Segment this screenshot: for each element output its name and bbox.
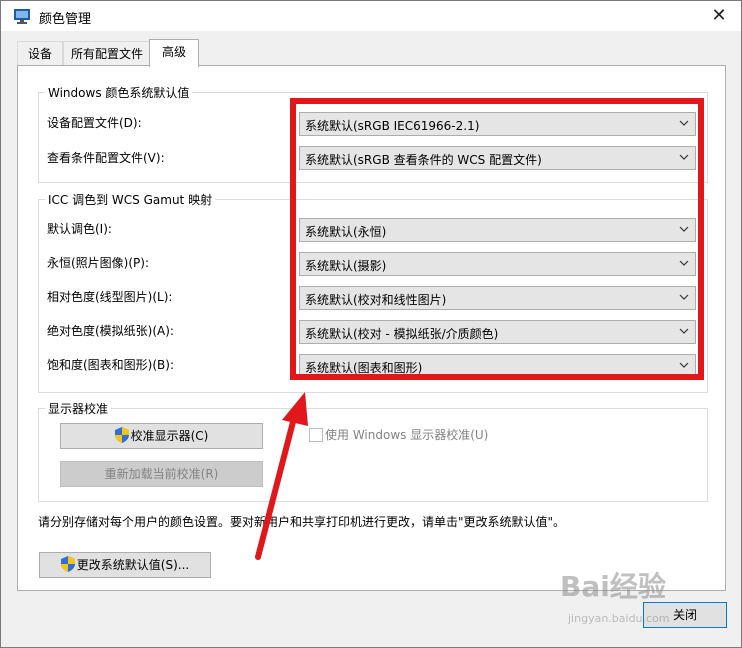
chevron-down-icon	[679, 120, 689, 126]
viewing-conditions-label: 查看条件配置文件(V):	[47, 151, 165, 165]
tab-devices[interactable]: 设备	[17, 41, 63, 66]
reload-calibration-button[interactable]: 重新加载当前校准(R)	[60, 461, 263, 487]
dropdown-value: 系统默认(图表和图形)	[305, 361, 423, 375]
use-windows-calibration-label: 使用 Windows 显示器校准(U)	[325, 428, 489, 442]
default-intent-dropdown[interactable]: 系统默认(永恒)	[299, 218, 696, 242]
button-label: 校准显示器(C)	[130, 429, 209, 443]
dropdown-value: 系统默认(校对 - 模拟纸张/介质颜色)	[305, 327, 499, 341]
color-management-window: 颜色管理 ✕ 设备 所有配置文件 高级 Windows 颜色系统默认值 设备配置…	[0, 0, 742, 648]
dropdown-value: 系统默认(永恒)	[305, 225, 387, 239]
chevron-down-icon	[679, 226, 689, 232]
watermark-url: jingyan.baidu.com	[568, 612, 670, 625]
calibrate-display-button[interactable]: 校准显示器(C)	[60, 423, 263, 449]
absolute-colorimetric-dropdown[interactable]: 系统默认(校对 - 模拟纸张/介质颜色)	[299, 320, 696, 344]
change-system-defaults-button[interactable]: 更改系统默认值(S)...	[39, 552, 211, 578]
group-title: ICC 调色到 WCS Gamut 映射	[45, 191, 216, 208]
dropdown-value: 系统默认(sRGB IEC61966-2.1)	[305, 119, 480, 133]
chevron-down-icon	[679, 294, 689, 300]
default-intent-label: 默认调色(I):	[47, 222, 112, 236]
relative-colorimetric-dropdown[interactable]: 系统默认(校对和线性图片)	[299, 286, 696, 310]
chevron-down-icon	[679, 362, 689, 368]
viewing-conditions-dropdown[interactable]: 系统默认(sRGB 查看条件的 WCS 配置文件)	[299, 146, 696, 170]
uac-shield-icon	[114, 427, 129, 443]
use-windows-calibration-checkbox[interactable]	[309, 428, 323, 442]
title-bar: 颜色管理 ✕	[1, 1, 741, 31]
chevron-down-icon	[679, 260, 689, 266]
dropdown-value: 系统默认(摄影)	[305, 259, 387, 273]
chevron-down-icon	[679, 154, 689, 160]
description-text: 请分别存储对每个用户的颜色设置。要对新用户和共享打印机进行更改，请单击"更改系统…	[38, 515, 566, 529]
baidu-watermark: Bai经验	[560, 570, 666, 603]
tab-all-profiles[interactable]: 所有配置文件	[63, 41, 151, 66]
saturation-label: 饱和度(图表和图形)(B):	[47, 358, 175, 372]
chevron-down-icon	[679, 328, 689, 334]
group-title: 显示器校准	[45, 400, 112, 417]
device-profile-label: 设备配置文件(D):	[47, 116, 142, 130]
saturation-dropdown[interactable]: 系统默认(图表和图形)	[299, 354, 696, 378]
button-label: 更改系统默认值(S)...	[76, 558, 190, 572]
tab-advanced[interactable]: 高级	[149, 39, 199, 67]
group-title: Windows 颜色系统默认值	[45, 84, 193, 101]
device-profile-dropdown[interactable]: 系统默认(sRGB IEC61966-2.1)	[299, 112, 696, 136]
dropdown-value: 系统默认(sRGB 查看条件的 WCS 配置文件)	[305, 153, 542, 167]
close-icon[interactable]: ✕	[707, 4, 731, 28]
relative-colorimetric-label: 相对色度(线型图片)(L):	[47, 290, 173, 304]
dropdown-value: 系统默认(校对和线性图片)	[305, 293, 447, 307]
perceptual-label: 永恒(照片图像)(P):	[47, 256, 150, 270]
window-title: 颜色管理	[39, 12, 92, 27]
uac-shield-icon	[60, 556, 75, 572]
monitor-app-icon	[14, 9, 30, 24]
perceptual-dropdown[interactable]: 系统默认(摄影)	[299, 252, 696, 276]
absolute-colorimetric-label: 绝对色度(模拟纸张)(A):	[47, 324, 174, 338]
